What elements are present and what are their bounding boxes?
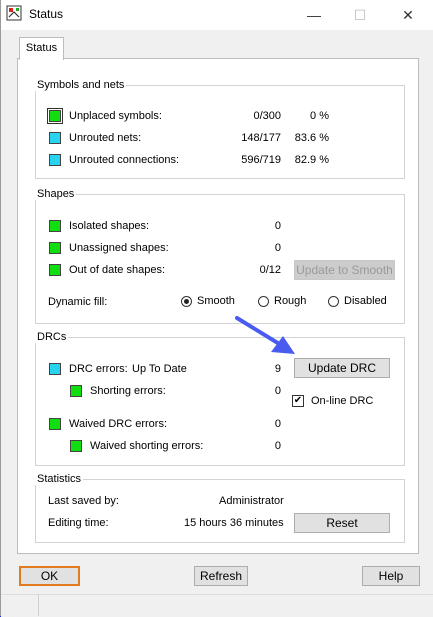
- help-button[interactable]: Help: [362, 566, 420, 586]
- online-drc-checkbox[interactable]: ✔: [292, 395, 304, 407]
- unassigned-shapes-color-icon: [49, 242, 61, 254]
- app-icon: [6, 5, 22, 21]
- drc-errors-count: 9: [274, 363, 281, 375]
- drc-errors-color-icon: [49, 363, 61, 375]
- isolated-shapes-label: Isolated shapes:: [69, 220, 150, 232]
- shorting-errors-label: Shorting errors:: [90, 385, 166, 397]
- ok-label: OK: [40, 569, 59, 583]
- close-icon: ✕: [402, 7, 414, 23]
- fill-smooth-label: Smooth: [197, 295, 235, 307]
- annotation-arrow-icon: [235, 316, 295, 354]
- unrouted-nets-label: Unrouted nets:: [69, 132, 142, 144]
- maximize-button[interactable]: ☐: [337, 0, 383, 30]
- unassigned-shapes-count: 0: [274, 242, 281, 254]
- waived-shorting-errors-label: Waived shorting errors:: [90, 440, 204, 452]
- out-of-date-shapes-label: Out of date shapes:: [69, 264, 166, 276]
- update-drc-label: Update DRC: [307, 361, 377, 375]
- unplaced-symbols-label: Unplaced symbols:: [69, 110, 162, 122]
- unrouted-connections-count: 596/719: [241, 154, 281, 166]
- tab-status[interactable]: Status: [19, 37, 64, 60]
- waived-shorting-errors-count: 0: [274, 440, 281, 452]
- status-bar-divider: [38, 594, 39, 616]
- waived-drc-errors-color-icon: [49, 418, 61, 430]
- status-bar: [1, 594, 433, 617]
- maximize-icon: ☐: [353, 7, 367, 23]
- update-drc-button[interactable]: Update DRC: [294, 358, 390, 378]
- shorting-errors-count: 0: [274, 385, 281, 397]
- unrouted-nets-color-icon: [49, 132, 61, 144]
- reset-label: Reset: [326, 516, 358, 530]
- symbols-heading: Symbols and nets: [37, 79, 125, 91]
- isolated-shapes-color-icon: [49, 220, 61, 232]
- last-saved-label: Last saved by:: [48, 495, 119, 507]
- unrouted-nets-count: 148/177: [241, 132, 281, 144]
- reset-button[interactable]: Reset: [294, 513, 390, 533]
- help-label: Help: [378, 569, 404, 583]
- unplaced-symbols-percent: 0 %: [310, 110, 329, 122]
- checkmark-icon: ✔: [293, 395, 303, 406]
- ok-button[interactable]: OK: [19, 566, 80, 586]
- tab-status-label: Status: [25, 42, 58, 54]
- last-saved-value: Administrator: [219, 495, 284, 507]
- unplaced-symbols-count: 0/300: [253, 110, 281, 122]
- fill-smooth-radio[interactable]: [181, 296, 192, 307]
- minimize-icon: —: [307, 7, 321, 23]
- editing-time-label: Editing time:: [48, 517, 109, 529]
- refresh-label: Refresh: [199, 569, 243, 583]
- window-title: Status: [29, 7, 64, 21]
- update-to-smooth-button[interactable]: Update to Smooth: [294, 260, 395, 280]
- waived-drc-errors-count: 0: [274, 418, 281, 430]
- update-to-smooth-label: Update to Smooth: [296, 263, 393, 277]
- unrouted-connections-percent: 82.9 %: [294, 154, 329, 166]
- unplaced-symbols-color-icon: [47, 108, 63, 124]
- waived-shorting-errors-color-icon: [70, 440, 82, 452]
- online-drc-label: On-line DRC: [311, 395, 374, 407]
- unrouted-connections-color-icon: [49, 154, 61, 166]
- close-button[interactable]: ✕: [385, 0, 431, 30]
- statistics-heading: Statistics: [37, 473, 82, 485]
- shorting-errors-color-icon: [70, 385, 82, 397]
- refresh-button[interactable]: Refresh: [194, 566, 248, 586]
- title-bar: Status — ☐ ✕: [1, 0, 433, 30]
- drc-errors-label: DRC errors:: [69, 363, 128, 375]
- status-dialog: Status — ☐ ✕ Status Symbols and nets Unp…: [0, 0, 433, 617]
- fill-rough-label: Rough: [274, 295, 307, 307]
- shapes-heading: Shapes: [37, 188, 75, 200]
- isolated-shapes-count: 0: [274, 220, 281, 232]
- out-of-date-shapes-count: 0/12: [259, 264, 281, 276]
- drc-state: Up To Date: [132, 363, 187, 375]
- drcs-heading: DRCs: [37, 331, 67, 343]
- fill-rough-radio[interactable]: [258, 296, 269, 307]
- waived-drc-errors-label: Waived DRC errors:: [69, 418, 167, 430]
- unassigned-shapes-label: Unassigned shapes:: [69, 242, 169, 254]
- minimize-button[interactable]: —: [291, 0, 337, 30]
- editing-time-value: 15 hours 36 minutes: [184, 517, 284, 529]
- fill-disabled-radio[interactable]: [328, 296, 339, 307]
- fill-disabled-label: Disabled: [344, 295, 387, 307]
- unrouted-nets-percent: 83.6 %: [294, 132, 329, 144]
- dynamic-fill-label: Dynamic fill:: [48, 296, 108, 308]
- out-of-date-shapes-color-icon: [49, 264, 61, 276]
- unrouted-connections-label: Unrouted connections:: [69, 154, 180, 166]
